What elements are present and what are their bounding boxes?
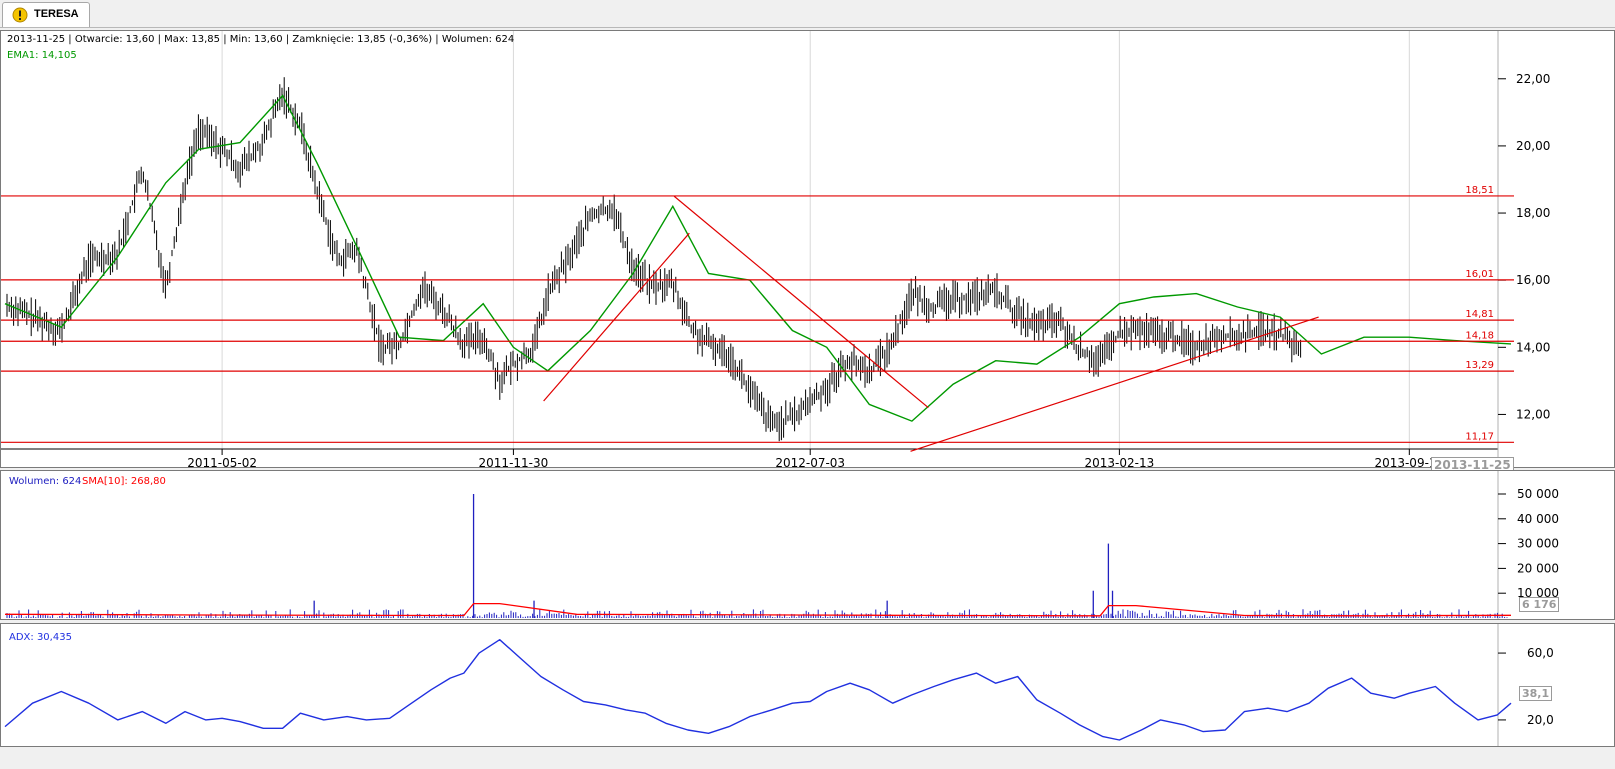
price-chart[interactable]: 2011-05-02 2011-11-30 2012-07-03 2013-02-13… <box>1 31 1614 467</box>
tab-teresa[interactable]: TERESA <box>2 2 90 27</box>
level-label: 14,81 <box>1465 309 1494 320</box>
ema-line <box>4 94 1512 422</box>
y-tick-label: 16,00 <box>1516 273 1550 287</box>
y-tick-label: 40 000 <box>1517 512 1559 526</box>
sma-line <box>4 602 1512 617</box>
volume-bars <box>6 494 1508 618</box>
adx-label: ADX: 30,435 <box>9 632 72 643</box>
tab-bar: TERESA <box>0 0 1615 28</box>
trend-line <box>910 316 1319 452</box>
y-tick-label: 20,0 <box>1527 713 1554 727</box>
adx-chart[interactable]: 20,0 60,0 <box>1 624 1614 746</box>
y-tick-label: 60,0 <box>1527 646 1554 660</box>
volume-panel[interactable]: 10 000 20 000 30 000 40 000 50 000 Wolumen: … <box>0 470 1615 620</box>
ohlc-info-line: 2013-11-25 | Otwarcie: 13,60 | Max: 13,8… <box>7 34 515 45</box>
x-tick-label: 2013-02-13 <box>1085 456 1155 467</box>
y-tick-label: 22,00 <box>1516 72 1550 86</box>
level-label: 14,18 <box>1465 330 1494 341</box>
y-tick-label: 18,00 <box>1516 206 1550 220</box>
level-label: 18,51 <box>1465 185 1494 196</box>
x-tick-label: 2011-11-30 <box>479 456 549 467</box>
x-tick-label: 2011-05-02 <box>187 456 257 467</box>
warning-icon <box>12 7 28 23</box>
y-tick-label: 12,00 <box>1516 407 1550 421</box>
y-tick-label: 30 000 <box>1517 537 1559 551</box>
volume-last-badge: 6 176 <box>1519 597 1560 612</box>
volume-label: Wolumen: 624 <box>9 476 82 487</box>
trend-line <box>673 195 929 409</box>
tab-label: TERESA <box>34 8 79 20</box>
ema-label: EMA1: 14,105 <box>7 50 77 61</box>
level-label: 11,17 <box>1465 431 1494 442</box>
ohlc-bars <box>6 77 1302 442</box>
price-panel[interactable]: 2011-05-02 2011-11-30 2012-07-03 2013-02-13… <box>0 30 1615 473</box>
adx-last-badge: 38,1 <box>1519 686 1553 701</box>
y-tick-label: 50 000 <box>1517 487 1559 501</box>
x-tick-label: 2012-07-03 <box>775 456 845 467</box>
adx-panel[interactable]: 20,0 60,0 ADX: 30,435 38,1 <box>0 623 1615 747</box>
level-label: 13,29 <box>1465 360 1494 371</box>
y-tick-label: 20 000 <box>1517 561 1559 575</box>
y-tick-label: 20,00 <box>1516 139 1550 153</box>
level-label: 16,01 <box>1465 269 1494 280</box>
sma-label: SMA[10]: 268,80 <box>82 476 166 487</box>
adx-line <box>4 639 1512 741</box>
volume-chart[interactable]: 10 00020 00030 00040 00050 000 <box>1 471 1614 619</box>
y-tick-label: 14,00 <box>1516 340 1550 354</box>
